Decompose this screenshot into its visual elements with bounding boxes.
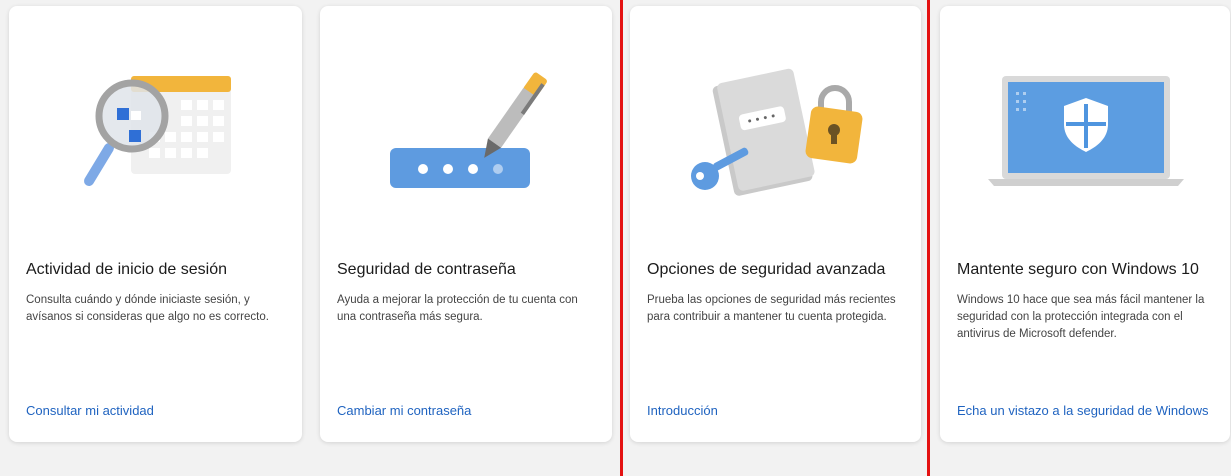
card-title: Opciones de seguridad avanzada	[647, 261, 886, 278]
get-started-link[interactable]: Introducción	[647, 404, 907, 418]
card-title: Mantente seguro con Windows 10	[957, 261, 1199, 278]
key-lock-book-icon	[630, 6, 921, 236]
card-description: Consulta cuándo y dónde iniciaste sesión…	[26, 294, 269, 323]
card-description: Ayuda a mejorar la protección de tu cuen…	[337, 294, 578, 323]
card-description: Windows 10 hace que sea más fácil manten…	[957, 294, 1205, 340]
card-title: Seguridad de contraseña	[337, 261, 516, 278]
card-advanced-security: Opciones de seguridad avanzada Prueba la…	[630, 6, 921, 442]
laptop-shield-icon	[940, 6, 1230, 236]
card-sign-in-activity: Actividad de inicio de sesión Consulta c…	[9, 6, 302, 442]
card-windows-security: Mantente seguro con Windows 10 Windows 1…	[940, 6, 1230, 442]
card-password-security: Seguridad de contraseña Ayuda a mejorar …	[320, 6, 612, 442]
windows-security-link[interactable]: Echa un vistazo a la seguridad de Window…	[957, 404, 1216, 418]
change-password-link[interactable]: Cambiar mi contraseña	[337, 404, 598, 418]
card-title: Actividad de inicio de sesión	[26, 261, 228, 278]
password-pen-icon	[320, 6, 612, 236]
view-activity-link[interactable]: Consultar mi actividad	[26, 404, 288, 418]
card-description: Prueba las opciones de seguridad más rec…	[647, 294, 896, 323]
magnifier-calendar-icon	[9, 6, 302, 236]
